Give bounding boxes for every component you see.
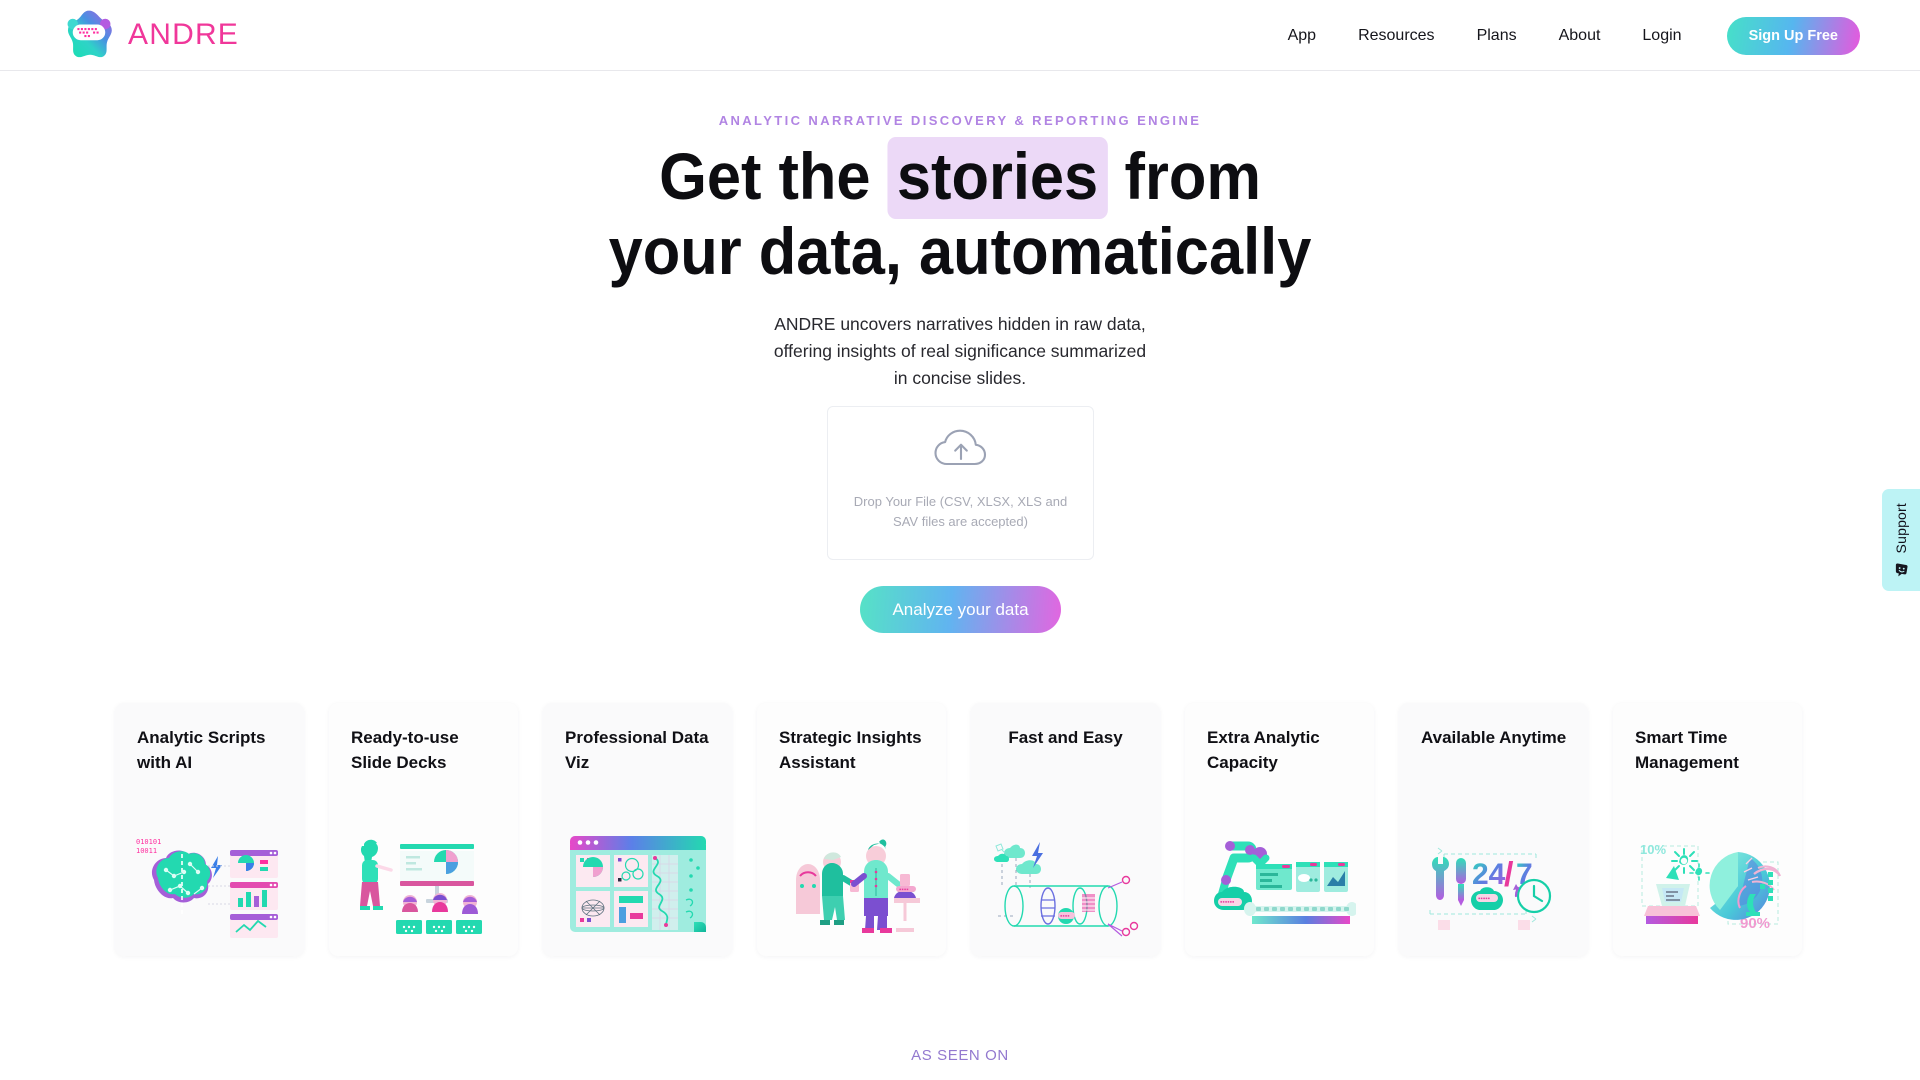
pie-chart-laptop-icon: 10% 90% bbox=[1640, 842, 1781, 932]
nav-link-resources[interactable]: Resources bbox=[1337, 0, 1455, 71]
sign-up-free-button[interactable]: Sign Up Free bbox=[1726, 16, 1860, 55]
subtitle-line-2: offering insights of real significance s… bbox=[773, 341, 1147, 361]
svg-text:10011: 10011 bbox=[136, 847, 157, 855]
smiley-face-icon bbox=[1895, 563, 1908, 577]
hero-eyebrow: ANALYTIC NARRATIVE DISCOVERY & REPORTING… bbox=[718, 113, 1202, 128]
feature-card-title: Ready-to-use Slide Decks bbox=[351, 728, 459, 772]
nav-link-plans[interactable]: Plans bbox=[1456, 0, 1538, 71]
feature-card-title: Smart Time Management bbox=[1635, 728, 1739, 772]
feature-card-title: Available Anytime bbox=[1421, 728, 1567, 747]
tools-24-7-clock-icon: 24 / 7 ▪▪▪▪▪ bbox=[1429, 847, 1551, 930]
pipeline-cloud-icon: ▪▪▪▪ bbox=[993, 842, 1138, 937]
feature-card[interactable]: Extra Analytic Capacity ▪▪▪▪▪▪ bbox=[1185, 703, 1374, 956]
site-header: ANDRE App Resources Plans About Login Si… bbox=[0, 0, 1920, 71]
dashboard-window-icon bbox=[569, 836, 706, 932]
brand-name: ANDRE bbox=[128, 18, 240, 51]
svg-text:▪▪▪▪▪: ▪▪▪▪▪ bbox=[1478, 896, 1490, 901]
feature-card[interactable]: Strategic Insights Assistant ▪▪▪▪ bbox=[757, 703, 946, 956]
file-dropzone[interactable]: Drop Your File (CSV, XLSX, XLS and SAV f… bbox=[827, 406, 1094, 560]
feature-card[interactable]: Available Anytime 24 / 7 ▪▪▪▪▪ bbox=[1399, 703, 1588, 956]
feature-card-title: Analytic Scripts with AI bbox=[137, 728, 266, 772]
feature-card-row: Analytic Scripts with AI 010101 10011 Re… bbox=[115, 703, 1807, 956]
headline-part-1: Get the bbox=[659, 139, 871, 213]
svg-text:10%: 10% bbox=[1640, 842, 1666, 857]
brand-logo[interactable]: ANDRE bbox=[60, 6, 239, 64]
svg-text:/: / bbox=[1504, 856, 1514, 894]
headline-part-2: from bbox=[1124, 139, 1261, 213]
dropzone-label: Drop Your File (CSV, XLSX, XLS and SAV f… bbox=[853, 494, 1068, 529]
subtitle-line-1: ANDRE uncovers narratives hidden in raw … bbox=[774, 314, 1146, 334]
main-nav: App Resources Plans About Login Sign Up … bbox=[1267, 0, 1860, 71]
headline-line-2: your data, automatically bbox=[608, 214, 1312, 288]
svg-text:7: 7 bbox=[1516, 858, 1533, 891]
svg-text:▪▪▪▪: ▪▪▪▪ bbox=[1060, 913, 1070, 918]
page-title: Get the stories from your data, automati… bbox=[67, 137, 1853, 289]
nav-link-about[interactable]: About bbox=[1538, 0, 1622, 71]
cloud-upload-icon bbox=[933, 429, 986, 466]
feature-card-title: Strategic Insights Assistant bbox=[779, 728, 922, 772]
headline-highlight: stories bbox=[887, 137, 1108, 219]
svg-text:24: 24 bbox=[1472, 858, 1506, 891]
feature-card[interactable]: Analytic Scripts with AI 010101 10011 bbox=[115, 703, 304, 956]
svg-text:010101: 010101 bbox=[136, 838, 161, 846]
feature-card[interactable]: Professional Data Viz bbox=[543, 703, 732, 956]
feature-card-title: Professional Data Viz bbox=[565, 728, 709, 772]
svg-text:▪▪▪▪: ▪▪▪▪ bbox=[899, 887, 909, 892]
presentation-audience-icon bbox=[359, 839, 482, 934]
as-seen-on-label: AS SEEN ON bbox=[911, 1047, 1009, 1064]
subtitle-line-3: in concise slides. bbox=[893, 368, 1027, 388]
support-label: Support bbox=[1893, 503, 1909, 554]
feature-card[interactable]: Smart Time Management 10% 90% bbox=[1613, 703, 1802, 956]
nav-link-login[interactable]: Login bbox=[1621, 0, 1702, 71]
analyze-your-data-button[interactable]: Analyze your data bbox=[860, 586, 1061, 633]
feature-card[interactable]: Ready-to-use Slide Decks bbox=[329, 703, 518, 956]
feature-card-title: Fast and Easy bbox=[1008, 728, 1123, 747]
two-people-chart-icon: ▪▪▪▪ bbox=[795, 839, 920, 933]
svg-text:▪▪▪▪▪▪: ▪▪▪▪▪▪ bbox=[1220, 899, 1234, 904]
hero-subtitle: ANDRE uncovers narratives hidden in raw … bbox=[0, 311, 1920, 392]
robot-arm-conveyor-icon: ▪▪▪▪▪▪ bbox=[1213, 841, 1356, 924]
brain-ai-charts-icon: 01010110011 bbox=[136, 838, 278, 938]
landing-page: ANDRE App Resources Plans About Login Si… bbox=[0, 0, 1920, 1080]
support-tab[interactable]: Support bbox=[1882, 489, 1920, 591]
feature-card[interactable]: Fast and Easy ▪▪▪▪ bbox=[971, 703, 1160, 956]
nav-link-app[interactable]: App bbox=[1267, 0, 1337, 71]
andre-blob-logo-icon bbox=[67, 10, 112, 58]
feature-card-title: Extra Analytic Capacity bbox=[1207, 728, 1320, 772]
hero-section: ANALYTIC NARRATIVE DISCOVERY & REPORTING… bbox=[0, 71, 1920, 392]
